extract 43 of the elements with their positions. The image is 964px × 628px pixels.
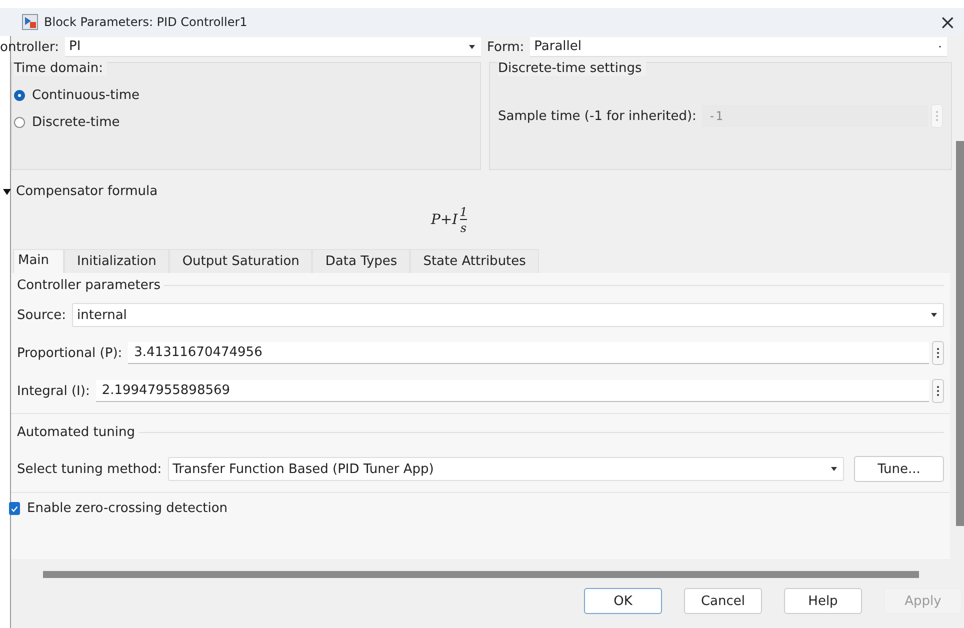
tune-button[interactable]: Tune... [854, 456, 944, 482]
tab[interactable]: Data Types [312, 249, 410, 273]
field-label: Select tuning method: [17, 462, 162, 476]
radio-button[interactable]: Discrete-time [14, 115, 472, 130]
tab[interactable]: Initialization [64, 249, 170, 273]
parameter-field[interactable]: 3.41311670474956 [128, 342, 929, 364]
radio-button[interactable]: Continuous-time [14, 88, 472, 103]
dialog-button[interactable]: Help [784, 588, 862, 614]
group-title: Automated tuning [17, 424, 135, 440]
field-label: Proportional (P): [17, 346, 122, 360]
close-button[interactable]: × [933, 10, 962, 34]
caret-icon [469, 44, 475, 48]
section-toggle[interactable]: Compensator formula [16, 184, 158, 199]
field-label: Sample time (-1 for inherited): [498, 108, 696, 124]
more-icon[interactable] [932, 379, 944, 403]
tab[interactable]: Output Saturation [169, 249, 312, 273]
group-title: Discrete-time settings [498, 61, 646, 76]
block-icon [22, 14, 38, 30]
scrollbar-thumb[interactable] [956, 141, 964, 526]
parameter-field[interactable]: 2.19947955898569 [96, 380, 929, 402]
dialog-button[interactable]: OK [584, 588, 662, 614]
tab[interactable]: State Attributes [410, 249, 539, 273]
more-icon[interactable] [932, 341, 944, 365]
caret-icon [831, 467, 837, 471]
group-title: Time domain: [14, 61, 108, 76]
caret-icon [931, 313, 937, 317]
group-title: Controller parameters [17, 278, 160, 292]
dialog-button[interactable]: Cancel [684, 588, 762, 614]
window-title: Block Parameters: PID Controller1 [44, 15, 248, 29]
field-label: Source: [17, 308, 66, 322]
caret-icon [939, 46, 941, 48]
source-dropdown[interactable]: internal [72, 303, 944, 327]
checkbox-label: Enable zero-crossing detection [27, 501, 228, 516]
field-label: ontroller: [0, 40, 60, 54]
scrollbar-thumb[interactable] [43, 571, 919, 578]
field-label: Form: [487, 40, 524, 54]
expand-icon[interactable] [3, 188, 11, 194]
form-dropdown[interactable]: Parallel [530, 37, 947, 57]
field-label: Integral (I): [17, 384, 90, 398]
controller-dropdown[interactable]: PI [65, 37, 481, 57]
tab[interactable]: Main [13, 249, 64, 273]
checkbox[interactable] [9, 502, 20, 515]
tuning-method-dropdown[interactable]: Transfer Function Based (PID Tuner App) [168, 457, 844, 481]
